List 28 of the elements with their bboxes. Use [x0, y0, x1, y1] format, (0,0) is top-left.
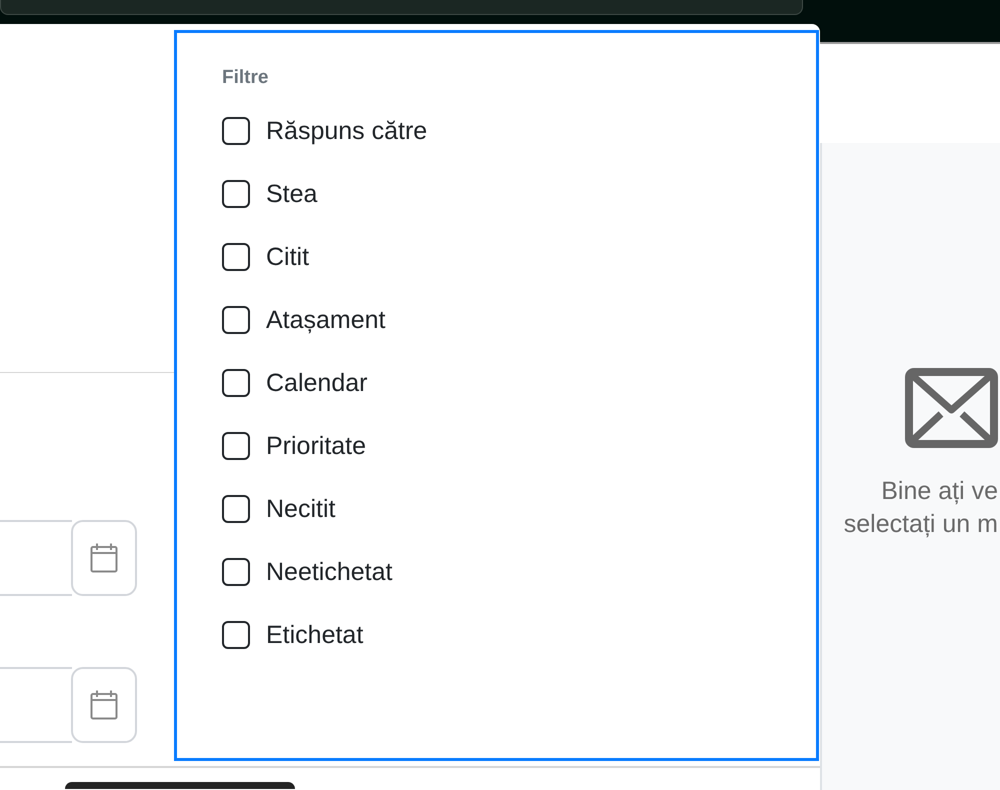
date-input[interactable] — [0, 520, 72, 596]
checkbox[interactable] — [222, 116, 250, 144]
option-label[interactable]: Stea — [266, 178, 318, 208]
option-label[interactable]: Atașament — [266, 304, 386, 334]
menu-heading: Filtre — [222, 66, 268, 90]
checkbox[interactable] — [222, 620, 250, 648]
option-label[interactable]: Neetichetat — [266, 556, 392, 586]
welcome-text: selectați un m — [844, 509, 998, 540]
calendar-button[interactable] — [71, 667, 137, 743]
calendar-button[interactable] — [71, 520, 137, 596]
option-label[interactable]: Răspuns către — [266, 116, 428, 146]
option-label[interactable]: Calendar — [266, 368, 368, 398]
calendar-icon — [90, 690, 118, 720]
checkbox[interactable] — [222, 494, 250, 522]
option-label[interactable]: Necitit — [266, 494, 336, 524]
option-label[interactable]: Prioritate — [266, 430, 366, 460]
checkbox[interactable] — [222, 368, 250, 396]
welcome-text: Bine ați ve — [881, 476, 998, 507]
date-input[interactable] — [0, 667, 72, 743]
calendar-icon — [90, 543, 118, 573]
checkbox[interactable] — [222, 558, 250, 586]
option-label[interactable]: Citit — [266, 242, 310, 272]
option-label[interactable]: Etichetat — [266, 620, 364, 650]
checkbox[interactable] — [222, 180, 250, 208]
envelope-icon — [905, 368, 998, 448]
checkbox[interactable] — [222, 432, 250, 460]
checkbox[interactable] — [222, 242, 250, 270]
checkbox[interactable] — [222, 306, 250, 334]
